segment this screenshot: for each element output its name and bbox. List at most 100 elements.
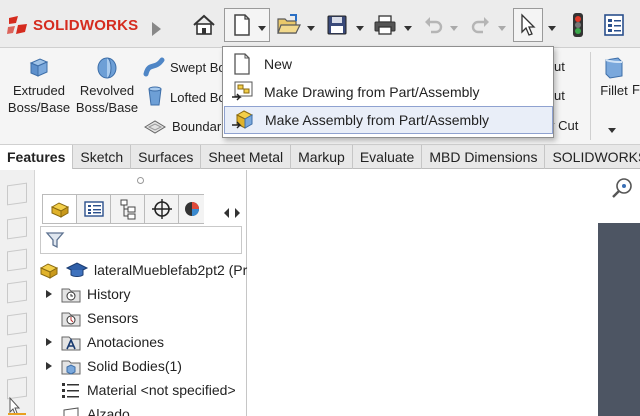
tab-markup[interactable]: Markup [291,145,353,169]
plane-icon [63,407,79,416]
zoom-search-icon[interactable] [610,176,634,200]
lofted-boss-button[interactable]: Lofted Bo [145,85,226,109]
select-icon [521,13,536,36]
tree-item-material[interactable]: Material <not specified> [40,378,236,402]
view-cube-icon[interactable] [7,312,27,336]
save-button[interactable] [322,8,352,42]
feature-manager-tab[interactable] [42,194,76,224]
fillet-trailing-label: F [632,82,640,97]
undo-icon [425,17,443,34]
tree-item-annotations[interactable]: Anotaciones [40,330,164,354]
property-manager-icon [83,201,104,217]
view-cube-icon[interactable] [7,344,27,368]
configuration-manager-tab[interactable] [110,194,144,224]
fillet-button[interactable]: Fillet [596,54,632,99]
tab-features[interactable]: Features [0,145,74,169]
model-viewport-edge [598,223,640,416]
tab-surfaces[interactable]: Surfaces [131,145,202,169]
tree-item-label: Material <not specified> [87,382,236,398]
new-document-button[interactable] [224,8,270,42]
view-cube-icon[interactable] [7,216,27,240]
property-manager-tab[interactable] [76,194,110,224]
undo-dropdown-arrow-icon[interactable] [450,26,458,31]
swept-boss-button[interactable]: Swept Bo [143,56,226,78]
tab-solidworks[interactable]: SOLIDWORKS [545,145,640,169]
fillet-dropdown-arrow-icon[interactable] [608,128,616,133]
pointer-icon[interactable] [6,396,28,416]
save-dropdown-arrow-icon[interactable] [356,26,364,31]
boundary-boss-button[interactable]: Boundar [143,115,221,137]
cut-command-1[interactable]: ut [554,59,565,74]
extruded-boss-icon [29,58,49,77]
extruded-boss-button[interactable]: Extruded Boss/Base [6,54,72,116]
cut-command-1-label: ut [554,59,565,74]
graduation-cap-icon [65,262,89,277]
new-dropdown-menu: New Make Drawing from Part/Assembly Make… [222,46,554,138]
print-icon [374,15,396,35]
sensors-icon [61,312,81,327]
display-manager-tab[interactable] [178,194,204,224]
feature-manager-panel: lateralMueblefab2pt2 (Pr History Sensors… [36,170,247,416]
expand-arrow-icon[interactable] [46,290,52,298]
expand-arrow-icon[interactable] [46,338,52,346]
print-button[interactable] [370,8,400,42]
tab-scroll-right-icon[interactable] [235,208,240,218]
expand-arrow-icon[interactable] [46,362,52,370]
tree-item-solid-bodies[interactable]: Solid Bodies(1) [40,354,182,378]
revolved-boss-label: Revolved Boss/Base [75,83,139,115]
select-dropdown-arrow-icon[interactable] [548,26,556,31]
cut-command-2[interactable]: ut [554,88,565,103]
swept-boss-icon [143,57,165,77]
tree-item-label: Sensors [87,310,139,326]
print-dropdown-arrow-icon[interactable] [404,26,412,31]
solidworks-logo: SOLIDWORKS [6,14,138,36]
lofted-boss-label: Lofted Bo [170,89,226,105]
view-cube-icon[interactable] [7,280,27,304]
boundary-boss-icon [144,120,166,134]
home-icon [193,14,215,35]
menu-item-make-drawing[interactable]: Make Drawing from Part/Assembly [224,78,553,106]
options-button[interactable] [600,8,628,42]
graphics-area[interactable] [248,170,640,416]
redo-dropdown-arrow-icon[interactable] [498,26,506,31]
tree-root-part[interactable]: lateralMueblefab2pt2 (Pr [38,258,247,282]
tab-sketch[interactable]: Sketch [73,145,132,169]
tree-item-label: Solid Bodies(1) [87,358,182,374]
home-button[interactable] [188,8,220,42]
select-button[interactable] [513,8,543,42]
panel-grip-icon[interactable] [137,177,144,184]
material-icon [62,383,79,398]
display-manager-icon [184,202,199,216]
tree-item-history[interactable]: History [40,282,131,306]
undo-button[interactable] [420,8,446,42]
traffic-light-icon [573,13,583,37]
expand-menu-arrow-icon[interactable] [152,22,161,36]
tab-mbd-dimensions[interactable]: MBD Dimensions [422,145,546,169]
tree-item-plane[interactable]: Alzado [40,402,130,416]
open-button[interactable] [274,8,304,42]
tree-item-sensors[interactable]: Sensors [40,306,138,330]
open-dropdown-arrow-icon[interactable] [307,26,315,31]
revolved-boss-button[interactable]: Revolved Boss/Base [74,54,140,116]
new-dropdown-arrow-icon[interactable] [258,26,266,31]
revolved-boss-icon [97,57,117,79]
menu-item-make-assembly[interactable]: Make Assembly from Part/Assembly [224,106,553,134]
menu-item-new[interactable]: New [224,50,553,78]
swept-boss-label: Swept Bo [170,59,226,75]
logo-text: SOLIDWORKS [33,16,139,34]
redo-button[interactable] [468,8,494,42]
boundary-boss-label: Boundar [172,118,222,134]
ds-logo-icon [7,16,27,34]
tab-scroll-left-icon[interactable] [224,208,229,218]
dimxpert-tab[interactable] [144,194,178,224]
assembly-icon [232,110,254,129]
tab-evaluate[interactable]: Evaluate [353,145,423,169]
rebuild-button[interactable] [566,8,590,42]
tree-filter[interactable] [40,226,242,254]
options-icon [604,14,624,36]
tab-sheet-metal[interactable]: Sheet Metal [201,145,292,169]
quick-access-toolbar: SOLIDWORKS [0,0,640,48]
view-cube-icon[interactable] [7,182,27,206]
save-icon [327,15,347,35]
view-cube-icon[interactable] [7,248,27,272]
